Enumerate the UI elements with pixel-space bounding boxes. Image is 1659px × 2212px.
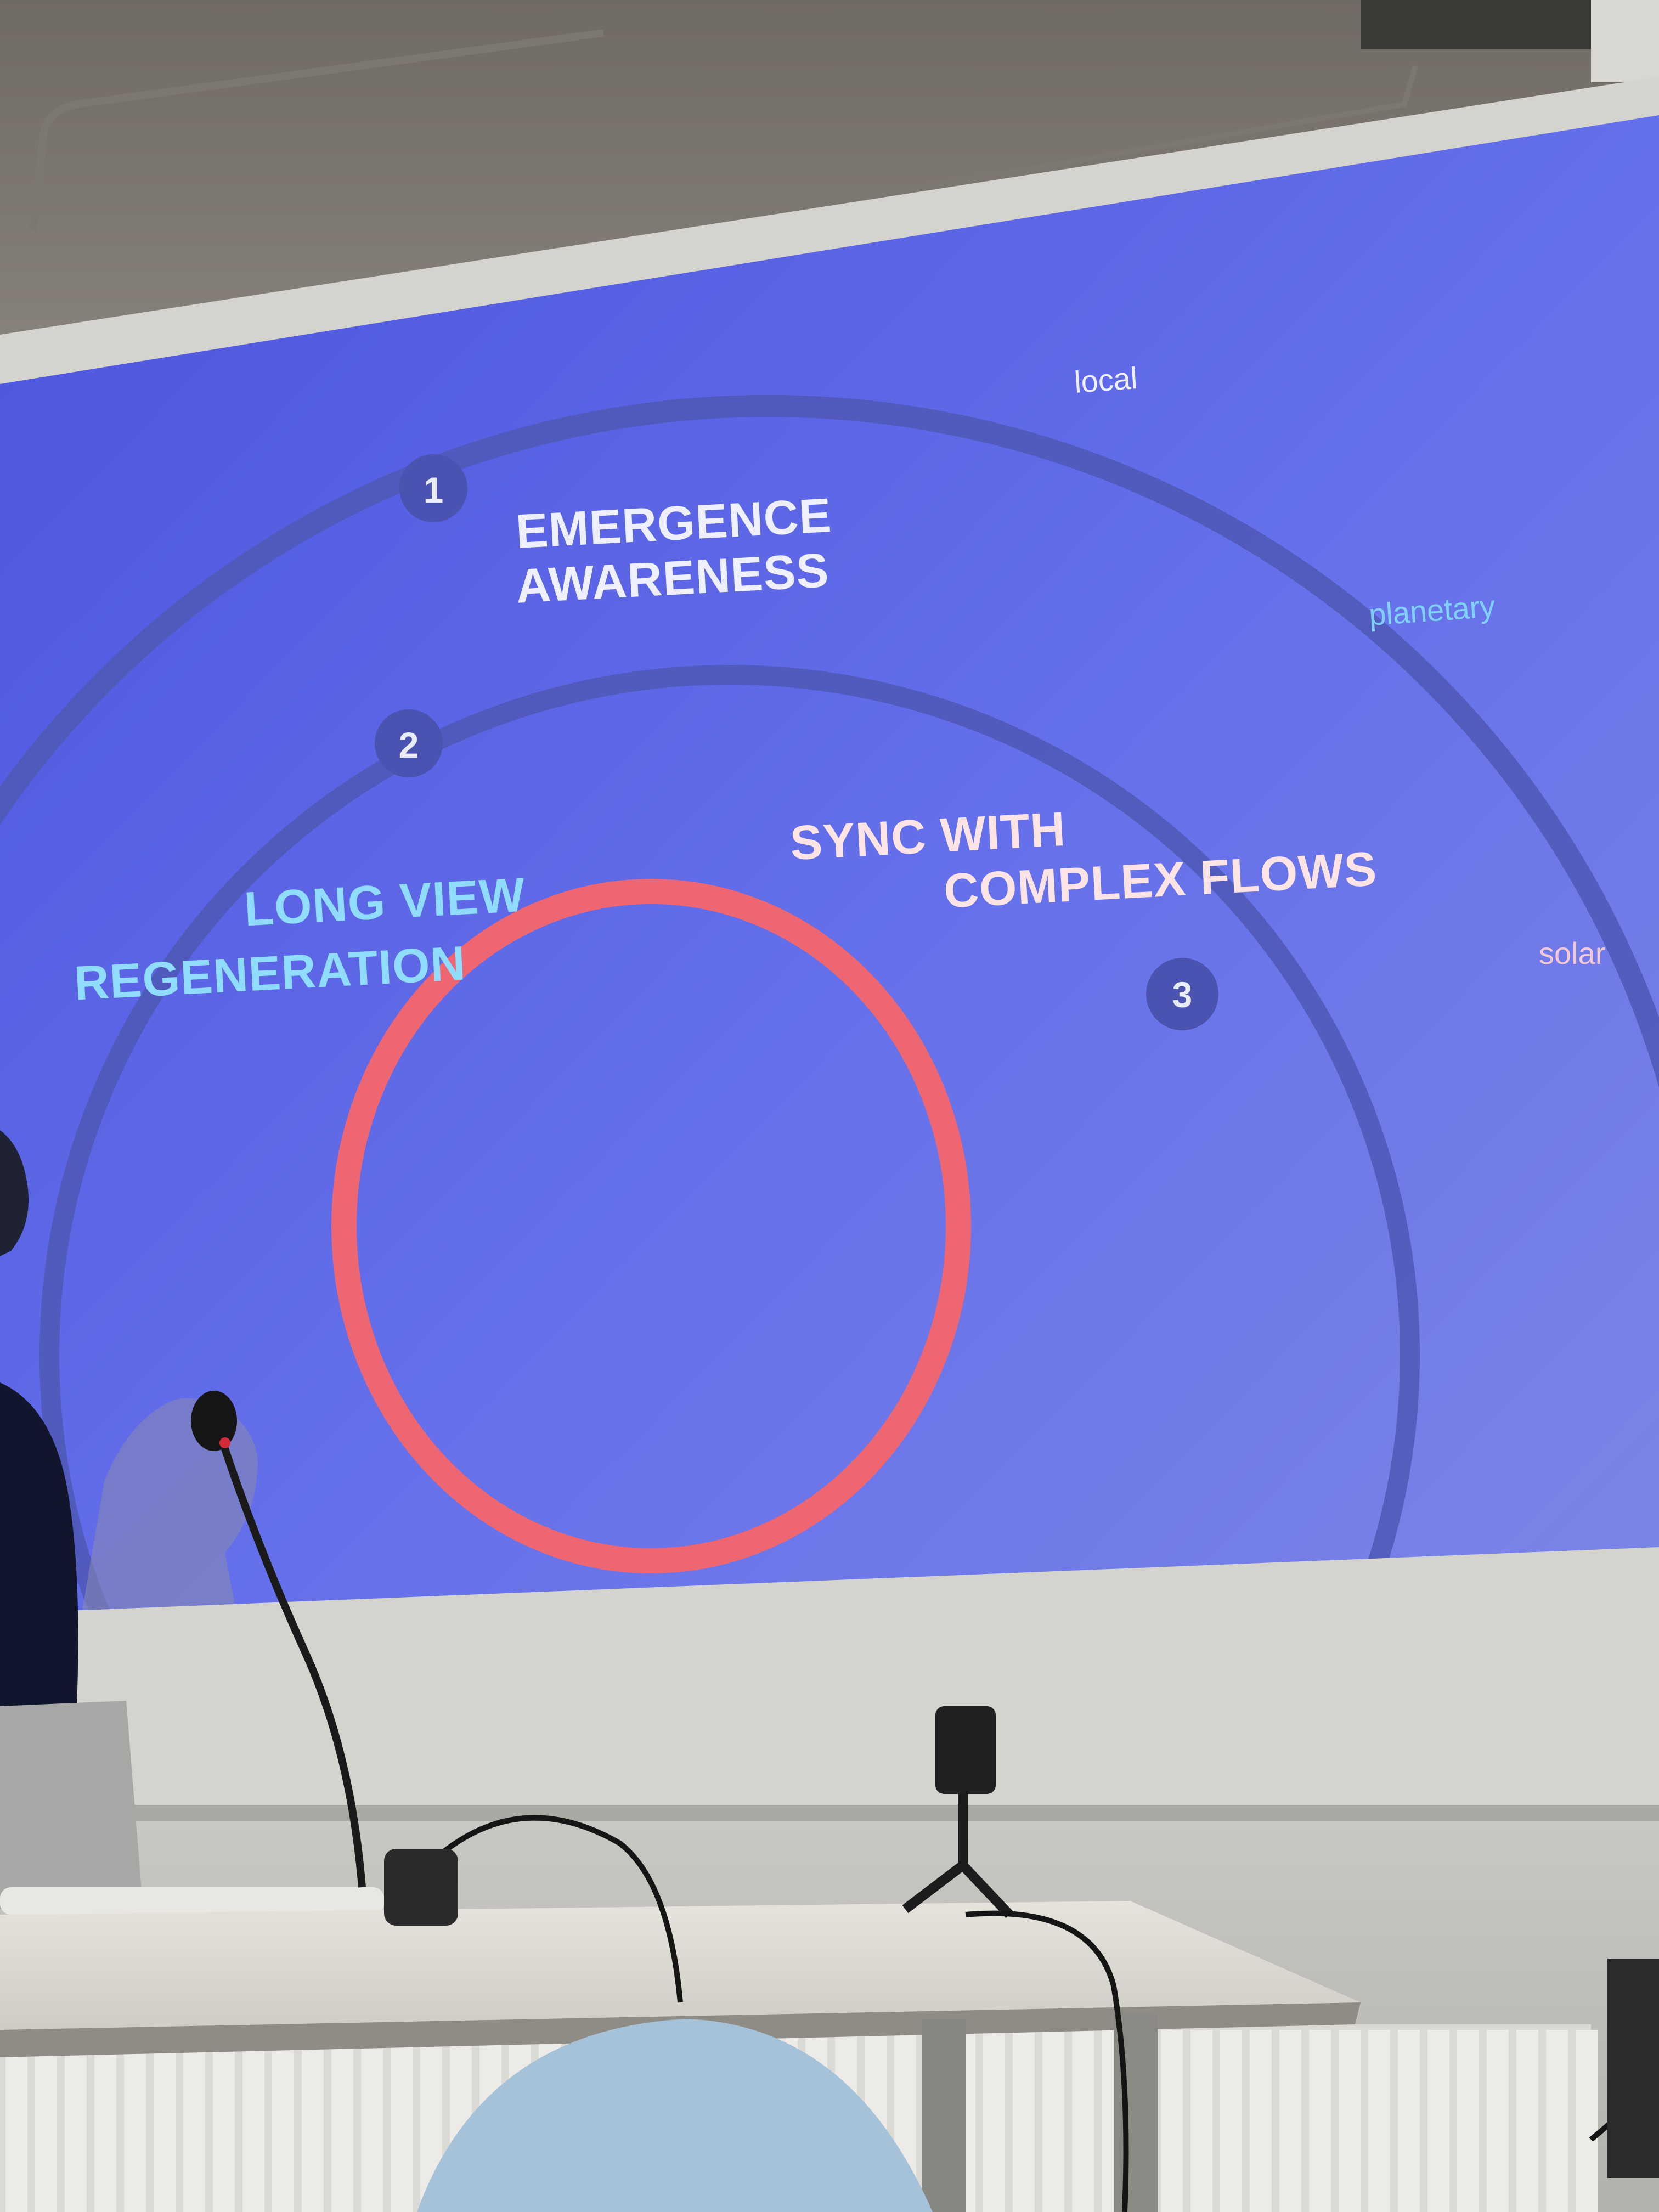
radiator-fin	[1398, 2030, 1420, 2212]
radiator-fin	[242, 2030, 264, 2212]
radiator-fin	[1516, 2030, 1538, 2212]
radiator-fin	[1190, 2030, 1212, 2212]
radiator-fin	[983, 2030, 1005, 2212]
microphone-light	[219, 1437, 230, 1448]
table-leg	[922, 2019, 966, 2212]
lecture-room-scene	[0, 0, 1659, 2212]
screen-bottom-edge	[0, 1805, 1659, 1821]
radiator-fin	[213, 2030, 235, 2212]
radiator-fin	[272, 2030, 294, 2212]
radiator-fin	[1013, 2030, 1035, 2212]
ceiling-fixture	[1591, 0, 1659, 82]
radiator-fin	[1457, 2030, 1479, 2212]
radiator-fin	[183, 2030, 205, 2212]
phase-number-2: 2	[398, 725, 419, 765]
radiator-fin	[1487, 2030, 1509, 2212]
wall-box	[1607, 1959, 1659, 2178]
radiator-fin	[1279, 2030, 1301, 2212]
radiator-fin	[1220, 2030, 1242, 2212]
radiator-fin	[94, 2030, 116, 2212]
scale-label-local: local	[1073, 360, 1139, 399]
radiator-fin	[1042, 2030, 1064, 2212]
radiator-fin	[65, 2030, 87, 2212]
radiator-fin	[1309, 2030, 1331, 2212]
radiator-fin	[361, 2030, 383, 2212]
camera	[935, 1706, 996, 1794]
radiator-fin	[5, 2030, 27, 2212]
power-adapter	[384, 1849, 458, 1926]
radiator-fin	[331, 2030, 353, 2212]
laptop	[0, 1701, 143, 1909]
radiator-fin	[1161, 2030, 1183, 2212]
radiator-fin	[1546, 2030, 1568, 2212]
scale-label-planetary: planetary	[1368, 589, 1497, 632]
radiator-fin	[1576, 2030, 1598, 2212]
phase-number-1: 1	[423, 470, 444, 510]
radiator-fin	[1339, 2030, 1361, 2212]
radiator-fin	[1072, 2030, 1094, 2212]
radiator-fin	[124, 2030, 146, 2212]
radiator-fin	[35, 2030, 57, 2212]
radiator-fin	[1427, 2030, 1449, 2212]
radiator-fin	[154, 2030, 176, 2212]
radiator-fin	[1250, 2030, 1272, 2212]
radiator-fin	[1368, 2030, 1390, 2212]
ceiling-fixture	[1361, 0, 1591, 49]
radiator-fin	[302, 2030, 324, 2212]
scale-label-solar: solar	[1539, 936, 1606, 970]
radiator-fin	[391, 2030, 413, 2212]
phase-number-3: 3	[1172, 974, 1193, 1015]
laptop-edge	[0, 1887, 384, 1915]
